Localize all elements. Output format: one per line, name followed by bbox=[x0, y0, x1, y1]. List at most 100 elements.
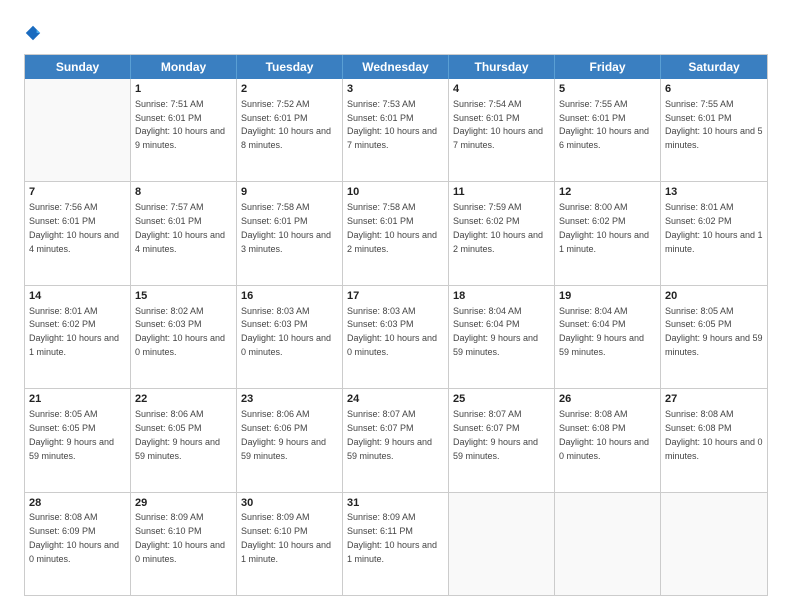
cell-info: Sunrise: 8:09 AMSunset: 6:10 PMDaylight:… bbox=[241, 512, 331, 563]
cell-info: Sunrise: 8:02 AMSunset: 6:03 PMDaylight:… bbox=[135, 306, 225, 357]
calendar-cell: 24 Sunrise: 8:07 AMSunset: 6:07 PMDayligh… bbox=[343, 389, 449, 491]
cell-info: Sunrise: 7:54 AMSunset: 6:01 PMDaylight:… bbox=[453, 99, 543, 150]
cell-info: Sunrise: 7:52 AMSunset: 6:01 PMDaylight:… bbox=[241, 99, 331, 150]
logo-icon bbox=[24, 24, 42, 42]
calendar-cell: 17Sunrise: 8:03 AMSunset: 6:03 PMDayligh… bbox=[343, 286, 449, 388]
calendar-cell: 9Sunrise: 7:58 AMSunset: 6:01 PMDaylight… bbox=[237, 182, 343, 284]
cell-info: Sunrise: 8:04 AMSunset: 6:04 PMDaylight:… bbox=[559, 306, 644, 357]
calendar-cell: 11 Sunrise: 7:59 AMSunset: 6:02 PMDayligh… bbox=[449, 182, 555, 284]
calendar-cell: 20 Sunrise: 8:05 AMSunset: 6:05 PMDayligh… bbox=[661, 286, 767, 388]
calendar-cell bbox=[555, 493, 661, 595]
cell-info: Sunrise: 8:05 AMSunset: 6:05 PMDaylight:… bbox=[665, 306, 763, 357]
calendar-header: SundayMondayTuesdayWednesdayThursdayFrid… bbox=[25, 55, 767, 79]
calendar-row: 1 Sunrise: 7:51 AMSunset: 6:01 PMDaylight… bbox=[25, 79, 767, 182]
day-number: 3 bbox=[347, 82, 444, 97]
day-number: 12 bbox=[559, 185, 656, 200]
day-number: 24 bbox=[347, 392, 444, 407]
cell-info: Sunrise: 8:04 AMSunset: 6:04 PMDaylight:… bbox=[453, 306, 538, 357]
cell-info: Sunrise: 8:06 AMSunset: 6:05 PMDaylight:… bbox=[135, 409, 220, 460]
cell-info: Sunrise: 8:08 AMSunset: 6:08 PMDaylight:… bbox=[559, 409, 649, 460]
calendar-cell: 10Sunrise: 7:58 AMSunset: 6:01 PMDayligh… bbox=[343, 182, 449, 284]
cell-info: Sunrise: 8:05 AMSunset: 6:05 PMDaylight:… bbox=[29, 409, 114, 460]
day-number: 21 bbox=[29, 392, 126, 407]
calendar-row: 7 Sunrise: 7:56 AMSunset: 6:01 PMDaylight… bbox=[25, 182, 767, 285]
day-number: 15 bbox=[135, 289, 232, 304]
day-number: 19 bbox=[559, 289, 656, 304]
day-number: 27 bbox=[665, 392, 763, 407]
calendar-cell: 12Sunrise: 8:00 AMSunset: 6:02 PMDayligh… bbox=[555, 182, 661, 284]
cell-info: Sunrise: 8:07 AMSunset: 6:07 PMDaylight:… bbox=[453, 409, 538, 460]
calendar-cell: 18 Sunrise: 8:04 AMSunset: 6:04 PMDayligh… bbox=[449, 286, 555, 388]
day-number: 25 bbox=[453, 392, 550, 407]
calendar-cell: 2 Sunrise: 7:52 AMSunset: 6:01 PMDaylight… bbox=[237, 79, 343, 181]
calendar-cell: 3 Sunrise: 7:53 AMSunset: 6:01 PMDaylight… bbox=[343, 79, 449, 181]
day-number: 31 bbox=[347, 496, 444, 511]
cell-info: Sunrise: 8:03 AMSunset: 6:03 PMDaylight:… bbox=[241, 306, 331, 357]
calendar-cell: 23 Sunrise: 8:06 AMSunset: 6:06 PMDayligh… bbox=[237, 389, 343, 491]
day-number: 26 bbox=[559, 392, 656, 407]
day-number: 20 bbox=[665, 289, 763, 304]
cell-info: Sunrise: 7:55 AMSunset: 6:01 PMDaylight:… bbox=[665, 99, 763, 150]
day-number: 10 bbox=[347, 185, 444, 200]
day-number: 1 bbox=[135, 82, 232, 97]
calendar-cell: 29Sunrise: 8:09 AMSunset: 6:10 PMDayligh… bbox=[131, 493, 237, 595]
day-number: 7 bbox=[29, 185, 126, 200]
page: SundayMondayTuesdayWednesdayThursdayFrid… bbox=[0, 0, 792, 612]
calendar-cell: 7 Sunrise: 7:56 AMSunset: 6:01 PMDaylight… bbox=[25, 182, 131, 284]
cell-info: Sunrise: 8:08 AMSunset: 6:08 PMDaylight:… bbox=[665, 409, 763, 460]
calendar-body: 1 Sunrise: 7:51 AMSunset: 6:01 PMDaylight… bbox=[25, 79, 767, 595]
cell-info: Sunrise: 7:55 AMSunset: 6:01 PMDaylight:… bbox=[559, 99, 649, 150]
calendar-row: 28Sunrise: 8:08 AMSunset: 6:09 PMDayligh… bbox=[25, 493, 767, 595]
calendar-header-cell: Thursday bbox=[449, 55, 555, 79]
cell-info: Sunrise: 7:57 AMSunset: 6:01 PMDaylight:… bbox=[135, 202, 225, 253]
calendar-cell: 15 Sunrise: 8:02 AMSunset: 6:03 PMDayligh… bbox=[131, 286, 237, 388]
day-number: 29 bbox=[135, 496, 232, 511]
calendar-cell: 14Sunrise: 8:01 AMSunset: 6:02 PMDayligh… bbox=[25, 286, 131, 388]
logo bbox=[24, 24, 46, 42]
day-number: 2 bbox=[241, 82, 338, 97]
calendar-header-cell: Friday bbox=[555, 55, 661, 79]
calendar-cell: 19 Sunrise: 8:04 AMSunset: 6:04 PMDayligh… bbox=[555, 286, 661, 388]
calendar-cell: 31Sunrise: 8:09 AMSunset: 6:11 PMDayligh… bbox=[343, 493, 449, 595]
calendar-header-cell: Monday bbox=[131, 55, 237, 79]
calendar-cell: 6 Sunrise: 7:55 AMSunset: 6:01 PMDaylight… bbox=[661, 79, 767, 181]
day-number: 5 bbox=[559, 82, 656, 97]
cell-info: Sunrise: 7:53 AMSunset: 6:01 PMDaylight:… bbox=[347, 99, 437, 150]
day-number: 23 bbox=[241, 392, 338, 407]
calendar-cell: 25 Sunrise: 8:07 AMSunset: 6:07 PMDayligh… bbox=[449, 389, 555, 491]
day-number: 22 bbox=[135, 392, 232, 407]
cell-info: Sunrise: 8:06 AMSunset: 6:06 PMDaylight:… bbox=[241, 409, 326, 460]
day-number: 13 bbox=[665, 185, 763, 200]
calendar-cell bbox=[661, 493, 767, 595]
calendar-header-cell: Sunday bbox=[25, 55, 131, 79]
day-number: 4 bbox=[453, 82, 550, 97]
cell-info: Sunrise: 7:51 AMSunset: 6:01 PMDaylight:… bbox=[135, 99, 225, 150]
day-number: 6 bbox=[665, 82, 763, 97]
cell-info: Sunrise: 8:09 AMSunset: 6:10 PMDaylight:… bbox=[135, 512, 225, 563]
calendar-cell: 28Sunrise: 8:08 AMSunset: 6:09 PMDayligh… bbox=[25, 493, 131, 595]
calendar-cell: 21 Sunrise: 8:05 AMSunset: 6:05 PMDayligh… bbox=[25, 389, 131, 491]
cell-info: Sunrise: 7:56 AMSunset: 6:01 PMDaylight:… bbox=[29, 202, 119, 253]
cell-info: Sunrise: 8:03 AMSunset: 6:03 PMDaylight:… bbox=[347, 306, 437, 357]
cell-info: Sunrise: 8:01 AMSunset: 6:02 PMDaylight:… bbox=[29, 306, 119, 357]
calendar-cell bbox=[449, 493, 555, 595]
cell-info: Sunrise: 8:08 AMSunset: 6:09 PMDaylight:… bbox=[29, 512, 119, 563]
calendar-row: 21 Sunrise: 8:05 AMSunset: 6:05 PMDayligh… bbox=[25, 389, 767, 492]
calendar-header-cell: Tuesday bbox=[237, 55, 343, 79]
calendar-cell: 27 Sunrise: 8:08 AMSunset: 6:08 PMDayligh… bbox=[661, 389, 767, 491]
calendar-cell: 4 Sunrise: 7:54 AMSunset: 6:01 PMDaylight… bbox=[449, 79, 555, 181]
calendar-cell: 8 Sunrise: 7:57 AMSunset: 6:01 PMDaylight… bbox=[131, 182, 237, 284]
calendar-cell: 26 Sunrise: 8:08 AMSunset: 6:08 PMDayligh… bbox=[555, 389, 661, 491]
cell-info: Sunrise: 7:58 AMSunset: 6:01 PMDaylight:… bbox=[241, 202, 331, 253]
cell-info: Sunrise: 8:09 AMSunset: 6:11 PMDaylight:… bbox=[347, 512, 437, 563]
calendar-row: 14Sunrise: 8:01 AMSunset: 6:02 PMDayligh… bbox=[25, 286, 767, 389]
day-number: 8 bbox=[135, 185, 232, 200]
header bbox=[24, 20, 768, 42]
calendar-header-cell: Wednesday bbox=[343, 55, 449, 79]
day-number: 28 bbox=[29, 496, 126, 511]
cell-info: Sunrise: 7:59 AMSunset: 6:02 PMDaylight:… bbox=[453, 202, 543, 253]
cell-info: Sunrise: 8:07 AMSunset: 6:07 PMDaylight:… bbox=[347, 409, 432, 460]
day-number: 18 bbox=[453, 289, 550, 304]
day-number: 11 bbox=[453, 185, 550, 200]
calendar: SundayMondayTuesdayWednesdayThursdayFrid… bbox=[24, 54, 768, 596]
